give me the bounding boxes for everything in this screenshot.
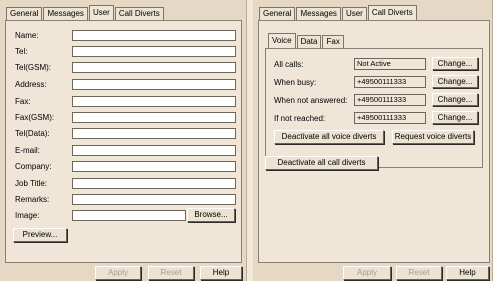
all-calls-value: Not Active [354, 58, 426, 70]
tab-user[interactable]: User [88, 5, 114, 20]
fax-gsm-field[interactable] [72, 112, 236, 123]
divert-type-tab-bar: Voice Data Fax [268, 33, 345, 48]
fax-label: Fax: [15, 97, 31, 106]
remarks-field[interactable] [72, 194, 236, 205]
change-not-answered-button[interactable]: Change... [432, 93, 478, 106]
tab-bar: General Messages User Call Diverts [6, 5, 165, 21]
email-label: E-mail: [15, 146, 40, 155]
tab-call-diverts[interactable]: Call Diverts [114, 7, 164, 20]
voice-tab-page: All calls: Not Active Change... When bus… [265, 48, 483, 168]
tab-bar: General Messages User Call Diverts [259, 5, 418, 21]
job-title-label: Job Title: [15, 179, 48, 188]
apply-button[interactable]: Apply [95, 266, 141, 280]
change-all-calls-button[interactable]: Change... [432, 57, 478, 70]
apply-button[interactable]: Apply [343, 266, 391, 280]
change-when-busy-button[interactable]: Change... [432, 75, 478, 88]
call-diverts-panel: General Messages User Call Diverts Voice… [253, 0, 493, 281]
email-field[interactable] [72, 145, 236, 156]
tab-data[interactable]: Data [296, 35, 322, 48]
tel-label: Tel: [15, 47, 28, 56]
deactivate-all-diverts-button[interactable]: Deactivate all call diverts [265, 156, 378, 170]
not-reached-value: +49500111333 [354, 112, 426, 124]
tab-general[interactable]: General [6, 7, 43, 20]
tel-field[interactable] [72, 46, 236, 57]
tab-fax[interactable]: Fax [322, 35, 344, 48]
address-field[interactable] [72, 79, 236, 90]
not-answered-label: When not answered: [274, 96, 348, 105]
help-button[interactable]: Help [446, 266, 489, 280]
fax-field[interactable] [72, 96, 236, 107]
company-field[interactable] [72, 161, 236, 172]
fax-gsm-label: Fax(GSM): [15, 113, 55, 122]
name-label: Name: [15, 31, 39, 40]
company-label: Company: [15, 162, 52, 171]
tab-call-diverts[interactable]: Call Diverts [367, 5, 417, 20]
image-field[interactable] [72, 210, 186, 221]
image-label: Image: [15, 211, 40, 220]
address-label: Address: [15, 80, 47, 89]
when-busy-label: When busy: [274, 78, 317, 87]
tel-gsm-field[interactable] [72, 62, 236, 73]
all-calls-label: All calls: [274, 60, 304, 69]
name-field[interactable] [72, 30, 236, 41]
not-answered-value: +49500111333 [354, 94, 426, 106]
deactivate-voice-diverts-button[interactable]: Deactivate all voice diverts [274, 130, 384, 144]
tab-voice[interactable]: Voice [268, 33, 296, 48]
tab-messages[interactable]: Messages [43, 7, 88, 20]
user-settings-panel: General Messages User Call Diverts Name:… [0, 0, 247, 281]
tel-data-label: Tel(Data): [15, 129, 50, 138]
browse-button[interactable]: Browse... [187, 208, 235, 222]
help-button[interactable]: Help [200, 266, 242, 280]
preview-button[interactable]: Preview... [13, 228, 67, 242]
when-busy-value: +49500111333 [354, 76, 426, 88]
reset-button[interactable]: Reset [148, 266, 194, 280]
reset-button[interactable]: Reset [396, 266, 442, 280]
change-not-reached-button[interactable]: Change... [432, 111, 478, 124]
tel-gsm-label: Tel(GSM): [15, 63, 51, 72]
not-reached-label: If not reached: [274, 114, 326, 123]
remarks-label: Remarks: [15, 195, 50, 204]
user-tab-page: Name: Tel: Tel(GSM): Address: Fax: Fax(G… [5, 20, 242, 263]
call-diverts-tab-page: Voice Data Fax All calls: Not Active Cha… [258, 20, 490, 263]
tab-messages[interactable]: Messages [296, 7, 341, 20]
request-voice-diverts-button[interactable]: Request voice diverts [392, 130, 474, 144]
tel-data-field[interactable] [72, 128, 236, 139]
tab-user[interactable]: User [341, 7, 367, 20]
job-title-field[interactable] [72, 178, 236, 189]
tab-general[interactable]: General [259, 7, 296, 20]
